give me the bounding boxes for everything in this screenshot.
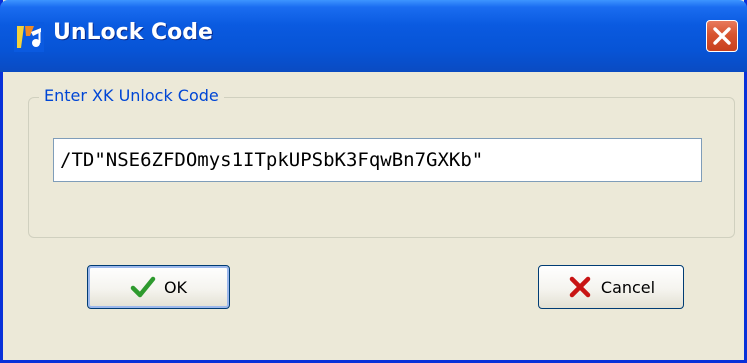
unlock-code-dialog: UnLock Code Enter XK Unlock Code OK Canc… — [0, 0, 747, 363]
unlock-code-input[interactable] — [53, 138, 702, 182]
close-button[interactable] — [706, 20, 738, 52]
title-bar[interactable]: UnLock Code — [0, 0, 747, 72]
dialog-body: Enter XK Unlock Code OK Cancel — [3, 72, 744, 363]
cancel-button-label: Cancel — [600, 277, 656, 297]
groupbox-label: Enter XK Unlock Code — [39, 86, 224, 105]
ok-button[interactable]: OK — [87, 265, 230, 309]
check-icon — [130, 276, 156, 298]
music-note-app-icon — [14, 22, 44, 52]
close-icon — [713, 27, 731, 45]
ok-button-label: OK — [163, 277, 188, 297]
x-mark-icon — [569, 276, 591, 298]
cancel-button[interactable]: Cancel — [538, 265, 684, 309]
window-title: UnLock Code — [53, 20, 213, 45]
